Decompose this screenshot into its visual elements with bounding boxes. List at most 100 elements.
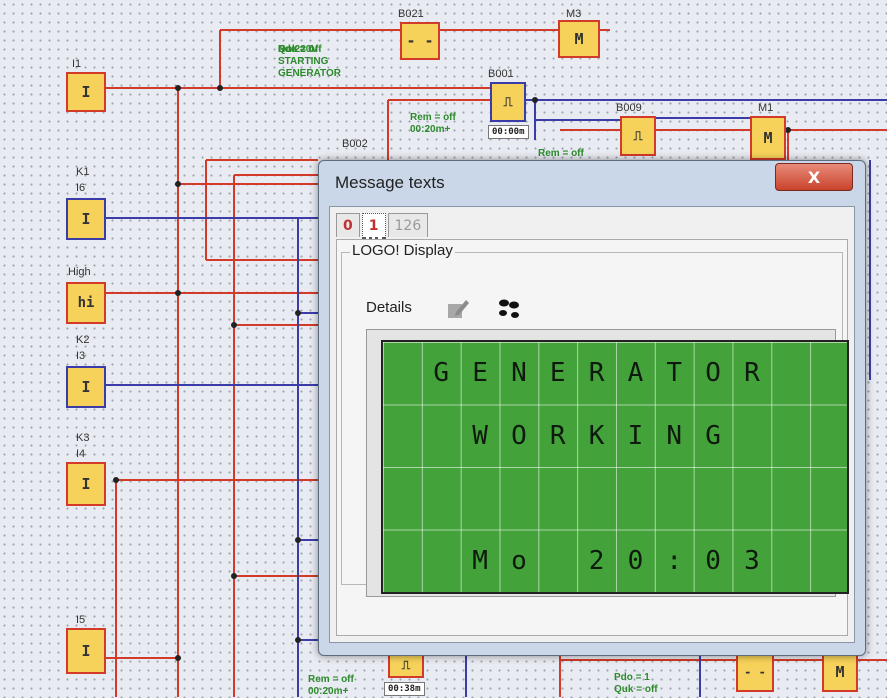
lcd-char	[577, 467, 616, 529]
marker-block-m1[interactable]: M	[750, 116, 786, 160]
lcd-char	[383, 405, 422, 467]
lcd-row: GENERATOR	[383, 342, 849, 404]
lcd-char: E	[549, 358, 566, 388]
timer-value-bottom: 00:38m	[384, 682, 425, 696]
comment-line: GENERATOR	[278, 68, 341, 79]
lcd-char: G	[705, 420, 721, 451]
lcd-char: 0	[705, 545, 721, 576]
close-icon: X	[807, 167, 821, 187]
lcd-char: O	[705, 358, 721, 388]
lcd-row: Mo20:03	[383, 530, 849, 592]
block-label-k2: K2	[76, 334, 90, 346]
lcd-char	[383, 342, 422, 404]
constant-block-high[interactable]: hi	[66, 282, 106, 324]
footprints-icon[interactable]	[496, 297, 522, 321]
lcd-char	[538, 530, 577, 592]
lcd-char: W	[472, 420, 488, 451]
lcd-char	[771, 530, 810, 592]
param-rem: Rem = off	[410, 112, 456, 123]
input-block-i6[interactable]: I	[66, 198, 106, 240]
lcd-char	[383, 530, 422, 592]
lcd-frame: GENERATORWORKINGMo20:03	[366, 329, 849, 597]
block-label-i3: I3	[76, 350, 86, 362]
and-block-bottom[interactable]: - -	[736, 652, 774, 692]
lcd-display[interactable]: GENERATORWORKINGMo20:03	[381, 340, 849, 594]
tab-panel: LOGO! Display Details GENERATORWORKINGMo…	[336, 239, 849, 636]
lcd-char: G	[433, 358, 450, 388]
lcd-char: T	[666, 358, 683, 388]
lcd-char	[771, 405, 810, 467]
details-label: Details	[366, 299, 412, 316]
marker-block-m3[interactable]: M	[558, 20, 600, 58]
lcd-char	[694, 467, 733, 529]
input-block-i5[interactable]: I	[66, 628, 106, 674]
lcd-char	[383, 467, 422, 529]
logo-display-group: LOGO! Display Details GENERATORWORKINGMo…	[341, 242, 849, 597]
lcd-char	[422, 467, 461, 529]
input-block-i4[interactable]: I	[66, 462, 106, 506]
message-texts-dialog: Message texts X 0 1 126 LOGO! Display De…	[318, 160, 866, 656]
lcd-char: 2	[588, 545, 605, 576]
lcd-char	[499, 467, 538, 529]
lcd-char: :	[666, 545, 683, 576]
lcd-row	[383, 467, 849, 529]
lcd-char: E	[472, 358, 488, 388]
lcd-char: o	[511, 545, 527, 576]
param-rem-value: 00:20m+	[410, 124, 451, 135]
param-rem: Rem = off	[538, 148, 584, 159]
marker-block-bottom[interactable]: M	[822, 652, 858, 692]
param-quk: Quk = off	[614, 684, 658, 695]
timer-block-b001[interactable]: ⎍	[490, 82, 526, 122]
lcd-char	[732, 405, 771, 467]
lcd-char	[771, 342, 810, 404]
lcd-char	[810, 530, 849, 592]
lcd-char: N	[511, 358, 527, 388]
tab-1[interactable]: 1	[361, 213, 386, 240]
block-comment: Pdo = 0 Quk = off No:220V STARTING GENER…	[278, 44, 341, 80]
block-label-i5: I5	[76, 614, 86, 626]
lcd-char: R	[588, 358, 605, 388]
lcd-char	[422, 530, 461, 592]
tab-strip: 0 1 126	[336, 213, 430, 240]
input-block-i1[interactable]: I	[66, 72, 106, 112]
lcd-char: R	[549, 420, 566, 451]
param-rem-value: 00:20m+	[308, 686, 349, 697]
block-label-i4: I4	[76, 448, 86, 460]
lcd-char	[616, 467, 655, 529]
param-rem: Rem = off	[308, 674, 354, 685]
dialog-title: Message texts	[335, 173, 445, 192]
lcd-char	[810, 342, 849, 404]
lcd-char: K	[588, 420, 605, 451]
timer-block-b009[interactable]: ⎍	[620, 116, 656, 156]
dialog-body: 0 1 126 LOGO! Display Details GENE R A T…	[329, 206, 855, 643]
input-block-i3[interactable]: I	[66, 366, 106, 408]
block-label-b009: B009	[616, 102, 642, 114]
and-block-b021[interactable]: - -	[400, 22, 440, 60]
lcd-char	[422, 405, 461, 467]
block-label-k1: K1	[76, 166, 90, 178]
lcd-row: WORKING	[383, 405, 849, 467]
lcd-char	[771, 467, 810, 529]
lcd-char: O	[511, 420, 527, 451]
block-label-k3: K3	[76, 432, 90, 444]
block-label-m1: M1	[758, 102, 774, 114]
lcd-char	[538, 467, 577, 529]
tab-126[interactable]: 126	[387, 213, 429, 237]
lcd-char	[810, 405, 849, 467]
lcd-char: R	[744, 358, 760, 388]
block-label-b002: B002	[342, 138, 368, 150]
lcd-char: A	[627, 358, 644, 388]
lcd-char: M	[472, 545, 488, 576]
close-button[interactable]: X	[775, 163, 853, 191]
lcd-char: I	[627, 420, 644, 451]
group-title: LOGO! Display	[350, 242, 455, 259]
lcd-char	[655, 467, 694, 529]
block-label-i1: I1	[72, 58, 82, 70]
comment-line: Quk = off	[278, 44, 322, 55]
tab-0[interactable]: 0	[336, 213, 360, 237]
edit-pencil-icon[interactable]	[446, 298, 470, 320]
lcd-char	[732, 467, 771, 529]
lcd-char: N	[666, 420, 683, 451]
block-label-b021: B021	[398, 8, 424, 20]
param-pdo: Pdo = 1	[614, 672, 650, 683]
